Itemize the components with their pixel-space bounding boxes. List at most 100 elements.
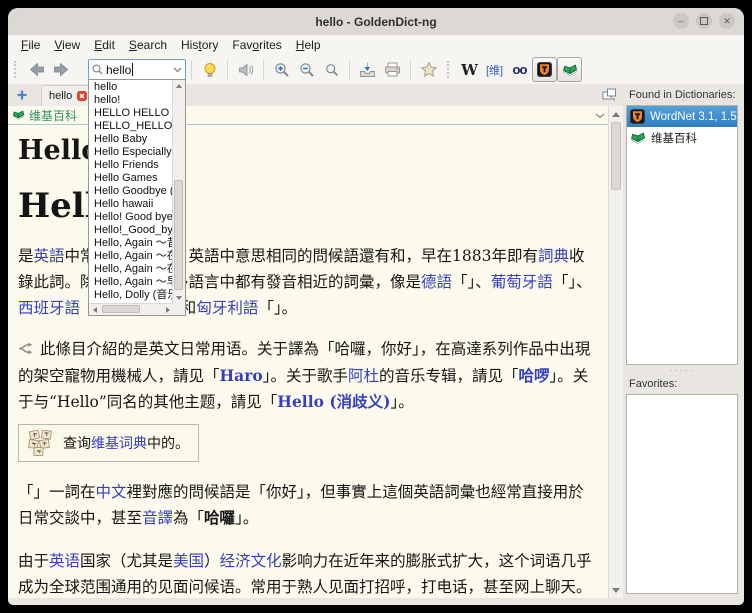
combo-chevron-down-icon[interactable] [173, 67, 182, 73]
link[interactable]: 詞典 [538, 247, 569, 265]
dictbar-wikipedia-button[interactable]: W [457, 57, 482, 82]
link[interactable]: 阿杜 [348, 367, 379, 385]
add-tab-button[interactable] [13, 87, 30, 104]
suggestion-item[interactable]: Hello, Again ～早已存在的 [89, 276, 173, 289]
suggestion-item[interactable]: Hello, Again ～昔からある [89, 237, 173, 250]
found-dictionaries-list[interactable]: WordNet 3.1, 1.51 维基百科 [626, 105, 738, 365]
dictbar-wikibook-button[interactable] [557, 57, 582, 82]
menu-history[interactable]: History [174, 37, 225, 53]
suggestion-item[interactable]: Hello!_Good_bye [89, 224, 173, 237]
maximize-button[interactable] [696, 13, 712, 29]
suggestion-item[interactable]: Hello Games [89, 172, 173, 185]
toolbar-grip[interactable] [14, 61, 21, 78]
link[interactable]: 美国 [173, 552, 204, 570]
zoom-reset-button[interactable] [319, 57, 344, 82]
found-in-dictionaries-label: Found in Dictionaries: [629, 89, 738, 101]
text-segment: 中的。 [147, 436, 189, 452]
zoom-out-button[interactable] [294, 57, 319, 82]
dictionary-item-label: WordNet 3.1, 1.51 [650, 111, 737, 123]
dictbar-grip[interactable] [447, 61, 454, 78]
scroll-up-button[interactable] [173, 80, 185, 92]
link[interactable]: 葡萄牙語 [491, 273, 553, 291]
link[interactable]: 中文 [96, 483, 127, 501]
sidebar-splitter[interactable]: ····· [626, 365, 738, 375]
link[interactable]: 音譯 [142, 509, 173, 527]
close-button[interactable]: ✕ [719, 13, 735, 29]
save-article-button[interactable] [355, 57, 380, 82]
link[interactable]: 匈牙利語 [196, 299, 258, 317]
article-scrollbar[interactable] [608, 106, 623, 598]
dictbar-goldendict-button[interactable]: oo [507, 57, 532, 82]
link[interactable]: 英語 [34, 247, 65, 265]
link[interactable]: 哈啰 [519, 366, 550, 385]
link[interactable]: 维基词典 [91, 436, 147, 452]
dictionary-item-label: 维基百科 [651, 130, 697, 146]
scroll-left-button[interactable] [89, 304, 100, 315]
suggestion-item[interactable]: hello [89, 81, 173, 94]
scroll-up-button[interactable] [609, 107, 623, 121]
forward-button[interactable] [49, 57, 74, 82]
suggestions-list[interactable]: hellohello!HELLO HELLOHELLO_HELLOHello B… [89, 81, 173, 304]
zh-wiktionary-icon: [维] [486, 62, 503, 78]
suggestion-item[interactable]: Hello! Good bye [89, 211, 173, 224]
dictionary-item[interactable]: WordNet 3.1, 1.51 [627, 106, 737, 127]
link[interactable]: 英语 [49, 552, 80, 570]
maximize-icon [700, 17, 708, 25]
suggestion-item[interactable]: Hello Friends [89, 159, 173, 172]
suggestions-button[interactable] [197, 57, 222, 82]
menu-favorites[interactable]: Favorites [225, 37, 288, 53]
menu-view[interactable]: View [47, 37, 87, 53]
scroll-right-button[interactable] [162, 304, 173, 315]
dictionary-item[interactable]: 维基百科 [627, 127, 737, 148]
text-segment: 的音乐专辑，請见「 [379, 367, 519, 385]
detach-tab-button[interactable] [600, 86, 618, 104]
lightbulb-icon [202, 62, 218, 78]
suggestion-item[interactable]: Hello hawaii [89, 198, 173, 211]
dropdown-horizontal-scrollbar[interactable] [89, 303, 173, 315]
add-to-favorites-button[interactable] [416, 57, 441, 82]
suggestion-item[interactable]: hello! [89, 94, 173, 107]
search-input[interactable]: hello [88, 59, 186, 80]
suggestion-item[interactable]: Hello Especially [89, 146, 173, 159]
menu-file[interactable]: File [14, 37, 47, 53]
scrollbar-thumb[interactable] [611, 122, 621, 190]
back-button[interactable] [24, 57, 49, 82]
suggestion-item[interactable]: Hello Goodbye (YUKI的單 [89, 185, 173, 198]
scroll-down-button[interactable] [173, 292, 185, 304]
dropdown-vertical-scrollbar[interactable] [172, 80, 185, 304]
link[interactable]: 经济文化 [220, 552, 282, 570]
favorites-list[interactable] [626, 394, 738, 594]
tab-close-icon[interactable] [77, 91, 87, 101]
suggestion-item[interactable]: Hello, Again ～在以前的某 [89, 250, 173, 263]
scrollbar-corner [173, 304, 185, 315]
scrollbar-thumb[interactable] [174, 180, 183, 290]
collapse-section-chevron-icon[interactable] [595, 106, 605, 124]
minimize-button[interactable]: – [673, 13, 689, 29]
dictbar-zh-wiktionary-button[interactable]: [维] [482, 57, 507, 82]
link[interactable]: 德語 [421, 273, 452, 291]
triangle-up-icon [176, 84, 182, 88]
link[interactable]: Haro [220, 366, 263, 385]
suggestion-item[interactable]: Hello Baby [89, 133, 173, 146]
menu-help[interactable]: Help [289, 37, 328, 53]
titlebar[interactable]: hello - GoldenDict-ng – ✕ [8, 8, 744, 35]
suggestion-item[interactable]: Hello, Again ～在以前的某 [89, 263, 173, 276]
zoom-in-button[interactable] [269, 57, 294, 82]
link[interactable]: 西班牙語 [18, 299, 80, 317]
scroll-down-button[interactable] [609, 583, 623, 597]
suggestion-item[interactable]: HELLO HELLO [89, 107, 173, 120]
toolbar-separator [349, 60, 350, 80]
desktop-background: hello - GoldenDict-ng – ✕ FileViewEditSe… [0, 0, 752, 613]
dictbar-wordnet-button[interactable] [532, 57, 557, 82]
tab-label: hello [49, 90, 72, 102]
triangle-left-icon [93, 307, 97, 313]
scrollbar-thumb[interactable] [102, 305, 140, 313]
suggestion-item[interactable]: Hello, Dolly (音乐剧) [89, 289, 173, 302]
suggestion-item[interactable]: HELLO_HELLO [89, 120, 173, 133]
print-button[interactable] [380, 57, 405, 82]
menu-search[interactable]: Search [122, 37, 174, 53]
text-segment: 為「 [173, 509, 204, 527]
pronounce-button[interactable] [233, 57, 258, 82]
menu-edit[interactable]: Edit [87, 37, 122, 53]
link[interactable]: Hello (消歧义) [277, 392, 390, 411]
